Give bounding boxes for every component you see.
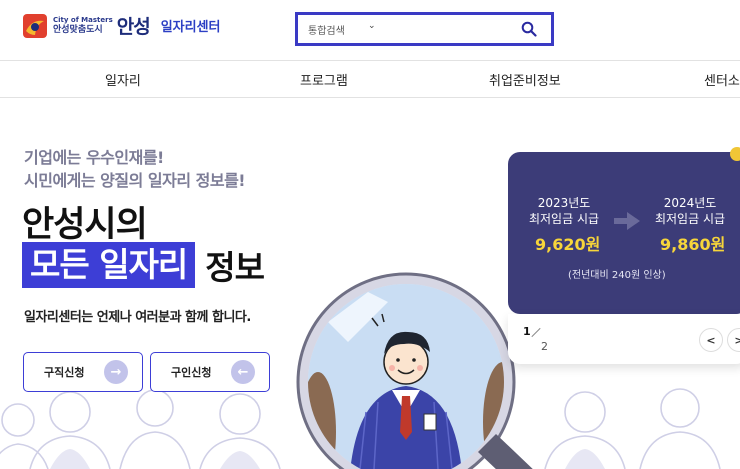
- wage-2023-year: 2023년도: [537, 196, 591, 210]
- job-seek-button[interactable]: 구직신청 →: [23, 352, 143, 392]
- nav-item-programs[interactable]: 프로그램: [300, 70, 348, 89]
- logo-slogan-en: City of Masters: [53, 15, 113, 24]
- nav-item-jobs[interactable]: 일자리: [105, 70, 141, 89]
- job-seek-label: 구직신청: [44, 366, 85, 379]
- pager-current: 1: [523, 325, 531, 338]
- pager-prev-button[interactable]: <: [699, 328, 723, 352]
- tagline-line-1: 기업에는 우수인재를!: [24, 148, 164, 167]
- hero-description: 일자리센터는 언제나 여러분과 함께 합니다.: [24, 310, 251, 325]
- wage-2024-year: 2024년도: [663, 196, 717, 210]
- arrow-right-icon: →: [104, 360, 128, 384]
- page: City of Masters 안성맞춤도시 안성 일자리센터 통합검색 ⌄ 일…: [0, 0, 740, 469]
- nav-item-job-prep[interactable]: 취업준비정보: [489, 70, 561, 89]
- hero-tagline: 기업에는 우수인재를! 시민에게는 양질의 일자리 정보를!: [24, 146, 246, 192]
- logo-text: City of Masters 안성맞춤도시: [53, 15, 113, 35]
- headline-highlight: 모든 일자리: [22, 242, 196, 288]
- search-scope-select[interactable]: 통합검색: [308, 22, 345, 37]
- site-logo[interactable]: City of Masters 안성맞춤도시 안성 일자리센터: [22, 12, 221, 39]
- logo-city-name: 안성: [116, 16, 151, 38]
- chevron-down-icon[interactable]: ⌄: [368, 21, 376, 31]
- coin-icon: [730, 147, 740, 161]
- main-nav: 일자리 프로그램 취업준비정보 센터소개: [0, 60, 740, 98]
- nav-item-about[interactable]: 센터소개: [704, 70, 740, 89]
- wage-2023: 2023년도 최저임금 시급: [520, 195, 608, 227]
- wage-2024-label: 최저임금 시급: [654, 212, 726, 226]
- wage-increase-note: (전년대비 240원 인상): [568, 270, 666, 281]
- wage-2024: 2024년도 최저임금 시급: [646, 195, 734, 227]
- wage-2023-label: 최저임금 시급: [528, 212, 600, 226]
- job-offer-button[interactable]: 구인신청 ←: [150, 352, 270, 392]
- magnifier-illustration: [296, 272, 533, 469]
- logo-slogan-ko: 안성맞춤도시: [53, 24, 103, 35]
- arrow-left-icon: ←: [231, 360, 255, 384]
- tagline-line-2: 시민에게는 양질의 일자리 정보를!: [24, 171, 246, 190]
- city-emblem-icon: [23, 13, 47, 38]
- hero-headline-2: 모든 일자리 정보: [22, 240, 265, 290]
- arrow-right-icon: [614, 212, 640, 230]
- headline-rest: 정보: [205, 248, 265, 287]
- search-bar: 통합검색 ⌄: [295, 12, 554, 46]
- site-header: City of Masters 안성맞춤도시 안성 일자리센터 통합검색 ⌄: [0, 0, 740, 60]
- pager-total: 2: [541, 340, 548, 353]
- search-icon[interactable]: [521, 21, 537, 37]
- wage-2023-amount: 9,620원: [535, 235, 601, 254]
- wage-2024-amount: 9,860원: [660, 235, 726, 254]
- logo-site-name: 일자리센터: [160, 20, 221, 35]
- job-offer-label: 구인신청: [171, 366, 212, 379]
